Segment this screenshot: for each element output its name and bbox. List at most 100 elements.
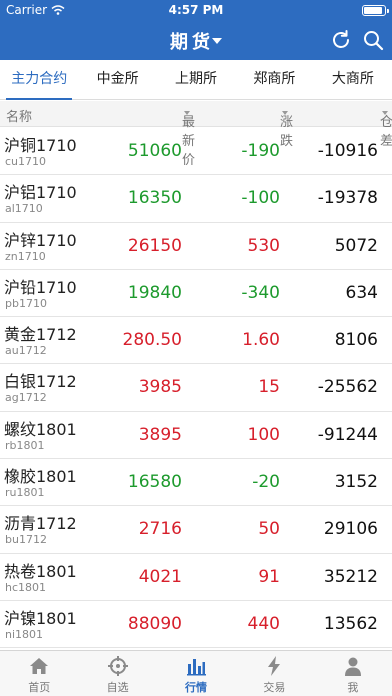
tabbar-watchlist[interactable]: 自选 bbox=[78, 651, 156, 696]
contract-code: au1712 bbox=[5, 344, 47, 358]
sort-icon bbox=[282, 111, 288, 115]
quote-list: 沪铜1710 cu1710 51060 -190 -10916 沪铝1710 al1710… bbox=[0, 128, 392, 650]
last-price: 19840 bbox=[127, 282, 182, 303]
tabbar-trade[interactable]: 交易 bbox=[235, 651, 313, 696]
quote-row[interactable]: 橡胶1801 ru1801 16580 -20 3152 bbox=[0, 459, 392, 507]
page-title: 期货 bbox=[170, 32, 214, 53]
last-price: 16580 bbox=[127, 472, 182, 493]
open-interest-change: 35212 bbox=[323, 566, 378, 587]
price-change: 100 bbox=[247, 424, 280, 445]
quote-row[interactable]: 白银1712 ag1712 3985 15 -25562 bbox=[0, 364, 392, 412]
price-change: 440 bbox=[247, 613, 280, 634]
home-icon bbox=[30, 658, 49, 674]
contract-name: 沥青1712 bbox=[4, 514, 77, 534]
open-interest-change: 8106 bbox=[334, 330, 378, 351]
app-header: Carrier 4:57 PM 期货 bbox=[0, 0, 392, 60]
open-interest-change: 3152 bbox=[334, 472, 378, 493]
tabbar-watchlist-label: 自选 bbox=[106, 681, 129, 694]
refresh-icon[interactable] bbox=[330, 29, 352, 51]
contract-name: 黄金1712 bbox=[4, 325, 77, 345]
quote-row[interactable]: 黄金1712 au1712 280.50 1.60 8106 bbox=[0, 317, 392, 365]
open-interest-change: -19378 bbox=[317, 188, 378, 209]
open-interest-change: -91244 bbox=[317, 424, 378, 445]
contract-name: 热卷1801 bbox=[4, 561, 77, 581]
tabbar-home[interactable]: 首页 bbox=[0, 651, 78, 696]
price-change: -100 bbox=[241, 188, 280, 209]
quote-row[interactable]: 沪铜1710 cu1710 51060 -190 -10916 bbox=[0, 128, 392, 176]
last-price: 3985 bbox=[138, 377, 182, 398]
tabbar-me[interactable]: 我 bbox=[314, 651, 392, 696]
contract-code: al1710 bbox=[5, 202, 43, 216]
tab-shfe[interactable]: 上期所 bbox=[157, 60, 235, 99]
contract-name: 沪铅1710 bbox=[4, 277, 77, 297]
tabbar-trade-label: 交易 bbox=[263, 681, 286, 694]
price-change: -340 bbox=[241, 282, 280, 303]
nav-bar: 期货 bbox=[0, 20, 392, 60]
open-interest-change: 29106 bbox=[323, 519, 378, 540]
tabbar-me-label: 我 bbox=[347, 681, 359, 694]
battery-icon bbox=[362, 5, 389, 16]
exchange-tabs: 主力合约 中金所 上期所 郑商所 大商所 bbox=[0, 60, 392, 100]
open-interest-change: -10916 bbox=[317, 141, 378, 161]
tab-dce[interactable]: 大商所 bbox=[314, 60, 392, 99]
battery-level bbox=[364, 7, 383, 14]
quote-row[interactable]: 沪铅1710 pb1710 19840 -340 634 bbox=[0, 270, 392, 318]
bar-chart-icon bbox=[187, 659, 207, 676]
last-price: 2716 bbox=[138, 519, 182, 540]
price-change: 15 bbox=[258, 377, 280, 398]
open-interest-change: -25562 bbox=[317, 377, 378, 398]
crosshair-icon bbox=[107, 656, 128, 676]
sort-icon bbox=[184, 111, 190, 115]
sort-icon bbox=[382, 111, 388, 115]
quote-row[interactable]: 沪铝1710 al1710 16350 -100 -19378 bbox=[0, 175, 392, 223]
tabbar-quotes-label: 行情 bbox=[185, 681, 208, 694]
tabbar-quotes[interactable]: 行情 bbox=[157, 651, 235, 696]
last-price: 4021 bbox=[138, 566, 182, 587]
search-icon[interactable] bbox=[362, 29, 384, 51]
lightning-icon bbox=[268, 656, 281, 676]
contract-code: rb1801 bbox=[5, 438, 45, 452]
contract-code: ag1712 bbox=[5, 391, 47, 405]
bottom-tab-bar: 首页 自选 行情 交易 我 bbox=[0, 650, 392, 696]
price-change: 1.60 bbox=[242, 330, 280, 351]
contract-code: bu1712 bbox=[5, 533, 47, 547]
quote-row[interactable]: 沪镍1801 ni1801 88090 440 13562 bbox=[0, 601, 392, 649]
last-price: 280.50 bbox=[122, 330, 182, 351]
last-price: 3895 bbox=[138, 424, 182, 445]
status-bar: Carrier 4:57 PM bbox=[0, 0, 392, 20]
price-change: 91 bbox=[258, 566, 280, 587]
contract-name: 沪铜1710 bbox=[4, 136, 77, 155]
tab-main-contracts[interactable]: 主力合约 bbox=[0, 60, 78, 100]
contract-name: 沪镍1801 bbox=[4, 608, 77, 628]
column-header: 名称 最新价 涨跌 仓差 bbox=[0, 101, 392, 168]
column-name: 名称 bbox=[6, 110, 33, 125]
contract-code: ni1801 bbox=[5, 627, 44, 641]
contract-name: 沪锌1710 bbox=[4, 230, 77, 250]
contract-code: hc1801 bbox=[5, 580, 47, 594]
last-price: 51060 bbox=[127, 141, 182, 161]
contract-code: pb1710 bbox=[5, 296, 47, 310]
open-interest-change: 5072 bbox=[334, 235, 378, 256]
caret-down-icon bbox=[212, 38, 222, 44]
status-time: 4:57 PM bbox=[168, 3, 224, 17]
tab-cffex[interactable]: 中金所 bbox=[78, 60, 156, 99]
person-icon bbox=[344, 657, 361, 676]
quote-row[interactable]: 沥青1712 bu1712 2716 50 29106 bbox=[0, 506, 392, 554]
quote-row[interactable]: 热卷1801 hc1801 4021 91 35212 bbox=[0, 554, 392, 601]
tab-czce[interactable]: 郑商所 bbox=[235, 60, 313, 99]
quote-row[interactable]: 螺纹1801 rb1801 3895 100 -91244 bbox=[0, 412, 392, 460]
price-change: 530 bbox=[247, 235, 280, 256]
quote-row[interactable]: 沪锌1710 zn1710 26150 530 5072 bbox=[0, 223, 392, 270]
last-price: 16350 bbox=[127, 188, 182, 209]
price-change: -190 bbox=[241, 141, 280, 161]
contract-name: 沪铝1710 bbox=[4, 183, 77, 203]
price-change: 50 bbox=[258, 519, 280, 540]
contract-code: ru1801 bbox=[5, 486, 45, 500]
last-price: 26150 bbox=[127, 235, 182, 256]
contract-code: cu1710 bbox=[5, 155, 47, 168]
open-interest-change: 634 bbox=[345, 282, 378, 303]
contract-name: 白银1712 bbox=[4, 372, 77, 392]
tabbar-home-label: 首页 bbox=[28, 681, 51, 694]
last-price: 88090 bbox=[127, 613, 182, 634]
open-interest-change: 13562 bbox=[323, 613, 378, 634]
